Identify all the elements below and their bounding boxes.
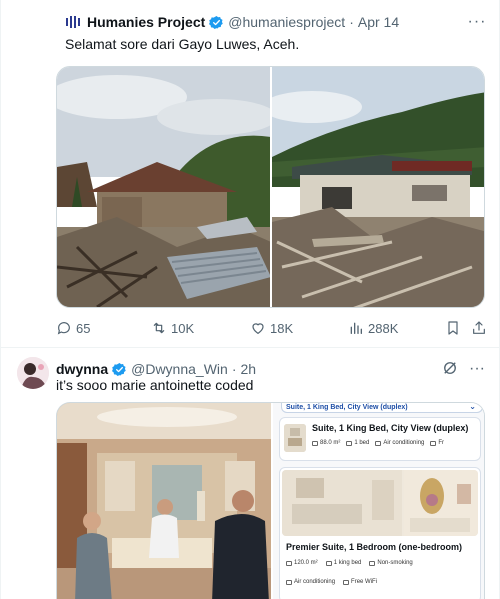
like-count: 18K (270, 320, 294, 336)
no-smoking-icon (369, 560, 376, 566)
room-photos (282, 470, 478, 536)
room-features-more: Air conditioning Free WiFi (286, 579, 377, 585)
area-icon (312, 440, 318, 446)
grok-icon[interactable] (441, 359, 459, 377)
room-card-duplex[interactable]: Suite, 1 King Bed, City View (duplex) 88… (279, 417, 481, 461)
area-icon (286, 560, 292, 566)
tweet-time[interactable]: Apr 14 (358, 14, 399, 30)
smoking-value: Non-smoking (377, 560, 413, 566)
extra-feature: Fr (430, 440, 444, 446)
tweet-text: it’s sooo marie antoinette coded (56, 377, 254, 393)
area-value: 120.0 m² (294, 560, 318, 566)
like-button[interactable]: 18K (250, 318, 293, 338)
bed-feature: 1 king bed (325, 560, 362, 566)
bookmark-button[interactable] (445, 318, 461, 338)
ac-feature: Air conditioning (375, 440, 424, 446)
separator-dot: · (231, 361, 237, 377)
meeting-photo[interactable] (57, 403, 271, 599)
bed-value: 1 bed (354, 440, 370, 446)
flood-photo-left[interactable] (57, 67, 270, 307)
avatar[interactable] (17, 357, 49, 389)
room-title: Suite, 1 King Bed, City View (duplex) (312, 423, 469, 433)
tweet-media[interactable]: Suite, 1 King Bed, City View (duplex) ⌄ … (56, 402, 485, 599)
share-icon (473, 321, 485, 334)
ac-feature: Air conditioning (286, 579, 335, 585)
area-feature: 120.0 m² (286, 560, 318, 566)
smoking-feature: Non-smoking (369, 560, 413, 566)
verified-badge-icon (112, 362, 127, 377)
snowflake-icon (375, 440, 382, 446)
separator-dot: · (349, 14, 354, 30)
view-count: 288K (368, 320, 399, 336)
bed-icon (346, 440, 353, 446)
reply-button[interactable]: 65 (56, 318, 90, 338)
bed-icon (325, 560, 332, 566)
room-card-premier[interactable]: Premier Suite, 1 Bedroom (one-bedroom) 1… (279, 467, 481, 599)
room-features: 88.0 m² 1 bed Air conditioning Fr (312, 440, 444, 446)
repost-button[interactable]: 10K (151, 318, 194, 338)
reply-count: 65 (76, 320, 91, 336)
room-features: 120.0 m² 1 king bed Non-smoking (286, 560, 413, 566)
area-feature: 88.0 m² (312, 440, 340, 446)
views-icon (350, 322, 362, 334)
wifi-value: Free WiFi (351, 579, 378, 585)
wifi-feature: Free WiFi (343, 579, 377, 585)
author-handle[interactable]: @humaniesproject (228, 14, 345, 30)
tweet-media[interactable] (56, 66, 485, 308)
verified-badge-icon (209, 15, 224, 30)
snowflake-icon (286, 579, 292, 585)
bookmark-icon (448, 321, 458, 335)
tweet-text: Selamat sore dari Gayo Luwes, Aceh. (65, 36, 300, 52)
room-type-chip-label: Suite, 1 King Bed, City View (duplex) (286, 404, 408, 411)
bed-value: 1 king bed (333, 560, 362, 566)
wifi-icon (343, 579, 350, 585)
author-name[interactable]: Humanies Project (87, 14, 205, 30)
more-options-icon[interactable]: ··· (467, 12, 487, 32)
share-button[interactable] (471, 318, 487, 338)
author-name[interactable]: dwynna (56, 361, 108, 377)
timeline-feed: Humanies Project @humaniesproject · Apr … (0, 0, 500, 599)
ac-value: Air conditioning (294, 579, 336, 585)
repost-icon (153, 322, 165, 334)
bed-feature: 1 bed (346, 440, 369, 446)
views-button[interactable]: 288K (348, 318, 398, 338)
tweet-dwynna[interactable]: dwynna @Dwynna_Win · 2h ··· it’s sooo ma… (1, 349, 500, 599)
reply-icon (57, 322, 70, 335)
room-type-chip[interactable]: Suite, 1 King Bed, City View (duplex) ⌄ (281, 403, 483, 413)
tweet-humanies[interactable]: Humanies Project @humaniesproject · Apr … (1, 0, 500, 348)
flood-photo-right[interactable] (271, 67, 484, 307)
tweet-header: Humanies Project @humaniesproject · Apr … (65, 12, 399, 32)
heart-icon (252, 323, 264, 334)
tweet-actions: 65 10K 18K 288K (56, 318, 488, 338)
wifi-icon (430, 440, 437, 446)
room-title: Premier Suite, 1 Bedroom (one-bedroom) (286, 542, 463, 552)
tweet-header: dwynna @Dwynna_Win · 2h (56, 359, 256, 379)
repost-count: 10K (171, 320, 195, 336)
room-thumbnail (284, 424, 306, 452)
author-handle[interactable]: @Dwynna_Win (131, 361, 228, 377)
hotel-listing-screenshot[interactable]: Suite, 1 King Bed, City View (duplex) ⌄ … (273, 403, 484, 599)
area-value: 88.0 m² (320, 440, 341, 446)
more-options-icon[interactable]: ··· (467, 359, 487, 379)
humanies-logo-icon[interactable] (65, 14, 81, 30)
ac-value: Air conditioning (383, 440, 425, 446)
extra-value: Fr (438, 440, 445, 446)
tweet-time[interactable]: 2h (240, 361, 256, 377)
chevron-down-icon: ⌄ (469, 403, 476, 411)
